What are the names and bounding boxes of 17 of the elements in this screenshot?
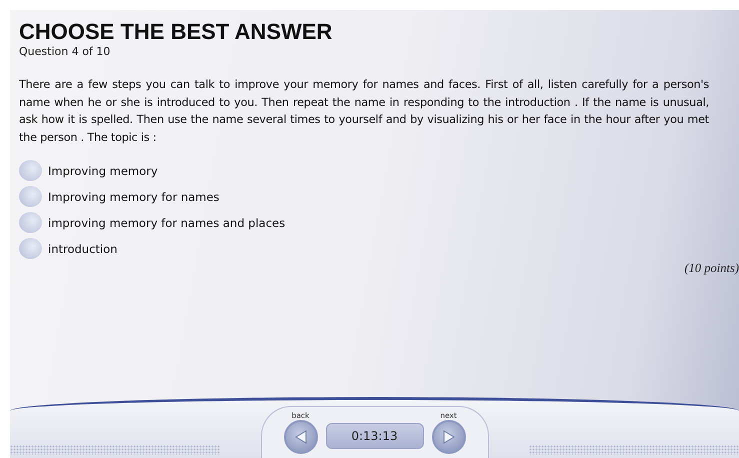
- radio-button[interactable]: [19, 212, 42, 233]
- next-button[interactable]: [432, 420, 466, 454]
- points-label: (10 points): [684, 261, 739, 276]
- answer-option[interactable]: Improving memory for names: [48, 190, 220, 204]
- answer-option[interactable]: Improving memory: [48, 164, 158, 178]
- answer-option[interactable]: improving memory for names and places: [48, 216, 286, 230]
- question-text: There are a few steps you can talk to improve your memory for names and faces. First of all, listen carefully for a person's name when he or she is introduced to you. Then repeat the name in responding to the introduction . If the name is unusual, ask how it is spelled. Then use the name several times to yourself and by visualizing his or her face in the hour after you met the person . The topic is :: [19, 77, 709, 146]
- right-triangle-icon: [442, 430, 454, 444]
- radio-button[interactable]: [19, 160, 42, 181]
- question-heading: CHOOSE THE BEST ANSWER: [19, 20, 334, 44]
- radio-button[interactable]: [19, 238, 42, 259]
- left-triangle-icon: [294, 430, 306, 444]
- radio-button[interactable]: [19, 186, 42, 207]
- question-counter: Question 4 of 10: [19, 45, 112, 58]
- timer-display: 0:13:13: [326, 423, 424, 449]
- back-button[interactable]: [284, 420, 318, 454]
- answer-option[interactable]: introduction: [48, 242, 118, 256]
